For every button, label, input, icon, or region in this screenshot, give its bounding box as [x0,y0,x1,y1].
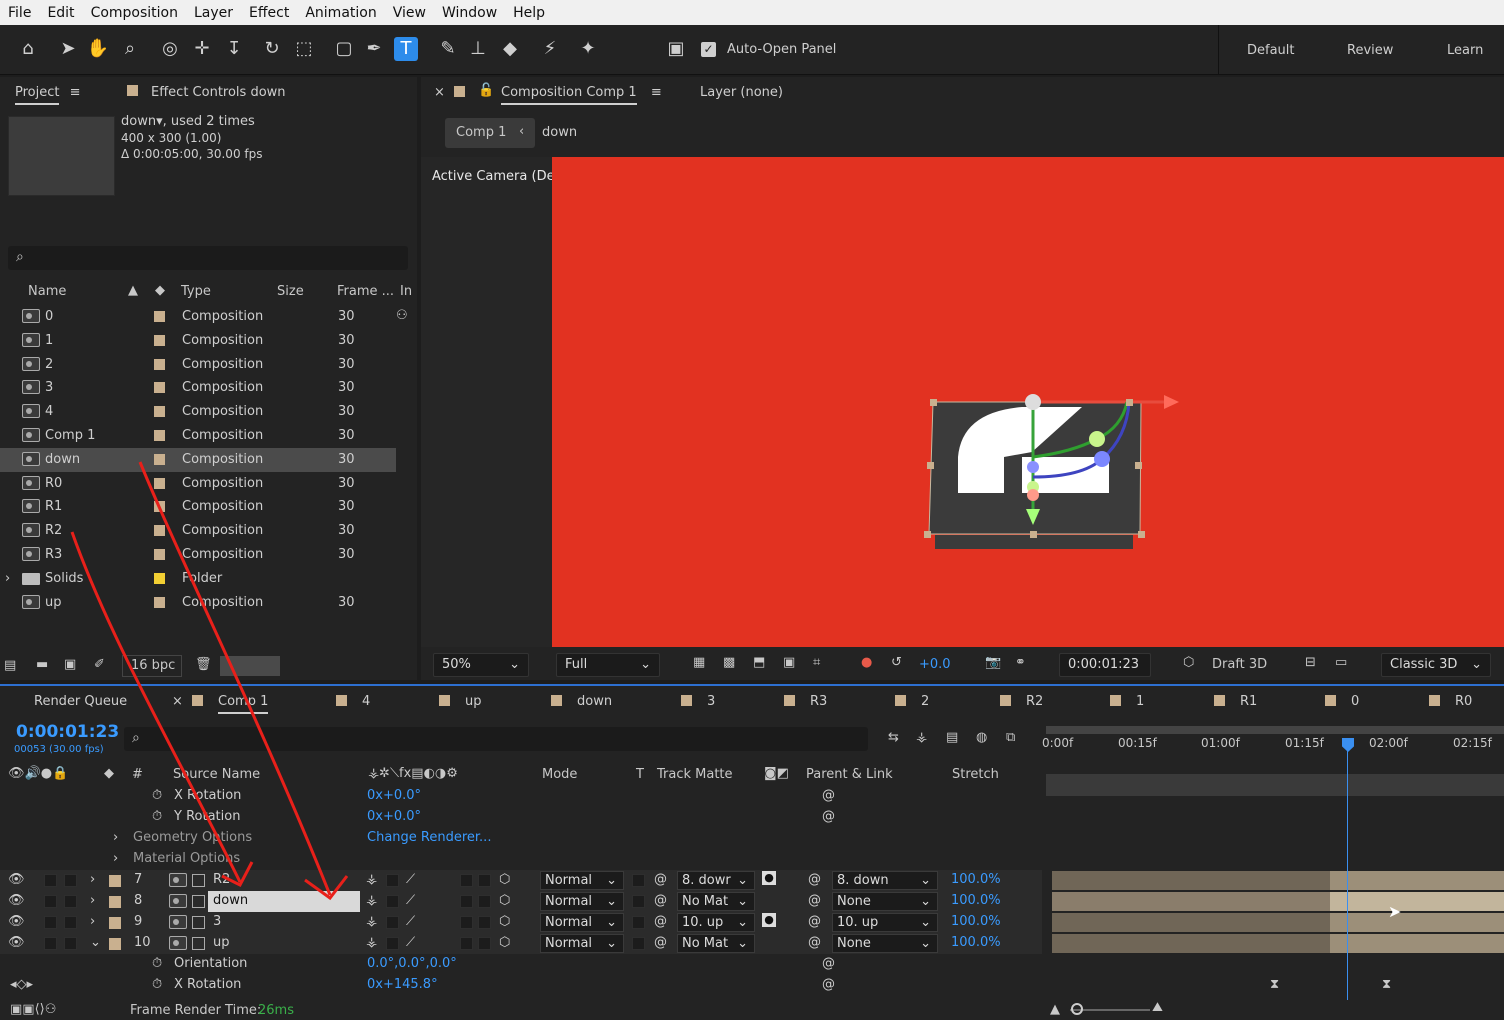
annotation-arrows [70,461,349,901]
mouse-cursor: ➤ [1388,902,1402,921]
